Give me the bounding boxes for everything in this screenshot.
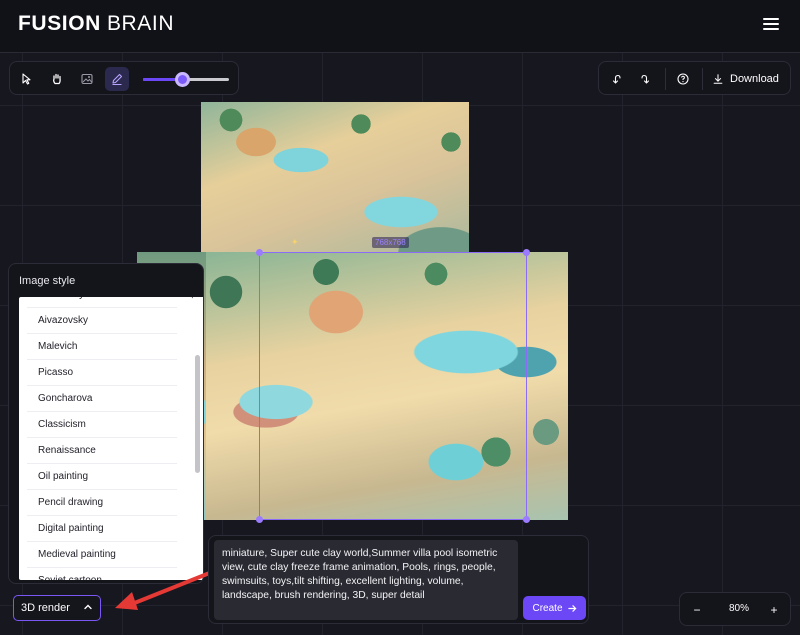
download-arrow-icon	[713, 74, 723, 84]
app-header: FUSION BRAIN	[0, 0, 800, 53]
image-style-list[interactable]: Kandinsky Aivazovsky Malevich Picasso Go…	[19, 297, 193, 580]
resize-handle-bottom-left[interactable]	[256, 516, 263, 523]
hand-icon[interactable]	[45, 67, 69, 91]
create-button[interactable]: Create	[523, 596, 586, 620]
zoom-level: 80%	[728, 603, 749, 614]
logo-light-text: BRAIN	[106, 12, 175, 35]
selected-style-label: 3D render	[21, 602, 70, 614]
style-option[interactable]: Goncharova	[27, 386, 177, 412]
create-label: Create	[532, 602, 563, 614]
style-option[interactable]: Renaissance	[27, 438, 177, 464]
hamburger-menu-icon[interactable]	[763, 18, 779, 32]
generated-image-top[interactable]	[201, 102, 469, 260]
cursor-arrow-icon[interactable]	[15, 67, 39, 91]
sparkle-icon: ✦	[291, 237, 299, 247]
image-style-panel: Image style Kandinsky Aivazovsky Malevic…	[8, 263, 204, 584]
pencil-eraser-icon[interactable]	[105, 67, 129, 91]
toolbar-divider	[702, 68, 703, 90]
app-logo[interactable]: FUSION BRAIN	[18, 12, 174, 36]
style-option[interactable]: Digital painting	[27, 516, 177, 542]
brush-size-slider[interactable]	[143, 72, 229, 87]
resize-handle-top-right[interactable]	[523, 249, 530, 256]
selection-frame[interactable]	[256, 249, 530, 523]
selection-size-label: 768x768	[372, 237, 409, 248]
style-list-scroll-thumb[interactable]	[195, 355, 200, 473]
brush-size-slider-thumb[interactable]	[174, 72, 190, 87]
zoom-out-button[interactable]: −	[687, 600, 707, 620]
style-option[interactable]: Malevich	[27, 334, 177, 360]
style-option[interactable]: Oil painting	[27, 464, 177, 490]
style-option[interactable]: Kandinsky	[27, 297, 177, 308]
image-icon[interactable]	[75, 67, 99, 91]
style-option[interactable]: Aivazovsky	[27, 308, 177, 334]
resize-handle-top-left[interactable]	[256, 249, 263, 256]
prompt-textarea[interactable]: miniature, Super cute clay world,Summer …	[214, 540, 518, 620]
download-button[interactable]: Download	[712, 67, 788, 91]
canvas-toolbar	[9, 61, 239, 95]
resize-handle-bottom-right[interactable]	[523, 516, 530, 523]
question-circle-icon[interactable]	[671, 67, 695, 91]
zoom-in-button[interactable]: +	[764, 600, 784, 620]
redo-icon[interactable]	[634, 67, 658, 91]
zoom-control: − 80% +	[679, 592, 791, 626]
toolbar-divider	[665, 68, 666, 90]
image-style-title: Image style	[19, 275, 76, 287]
undo-icon[interactable]	[604, 67, 628, 91]
logo-bold-text: FUSION	[18, 12, 101, 35]
chevron-up-icon	[84, 604, 92, 610]
history-toolbar: Download	[598, 61, 791, 95]
style-option[interactable]: Classicism	[27, 412, 177, 438]
prompt-panel: miniature, Super cute clay world,Summer …	[208, 535, 589, 624]
style-list-scrollbar[interactable]	[193, 297, 203, 580]
style-option[interactable]: Picasso	[27, 360, 177, 386]
image-style-select[interactable]: 3D render	[13, 595, 101, 621]
style-option[interactable]: Pencil drawing	[27, 490, 177, 516]
download-label: Download	[730, 73, 779, 85]
arrow-right-icon	[567, 604, 576, 612]
